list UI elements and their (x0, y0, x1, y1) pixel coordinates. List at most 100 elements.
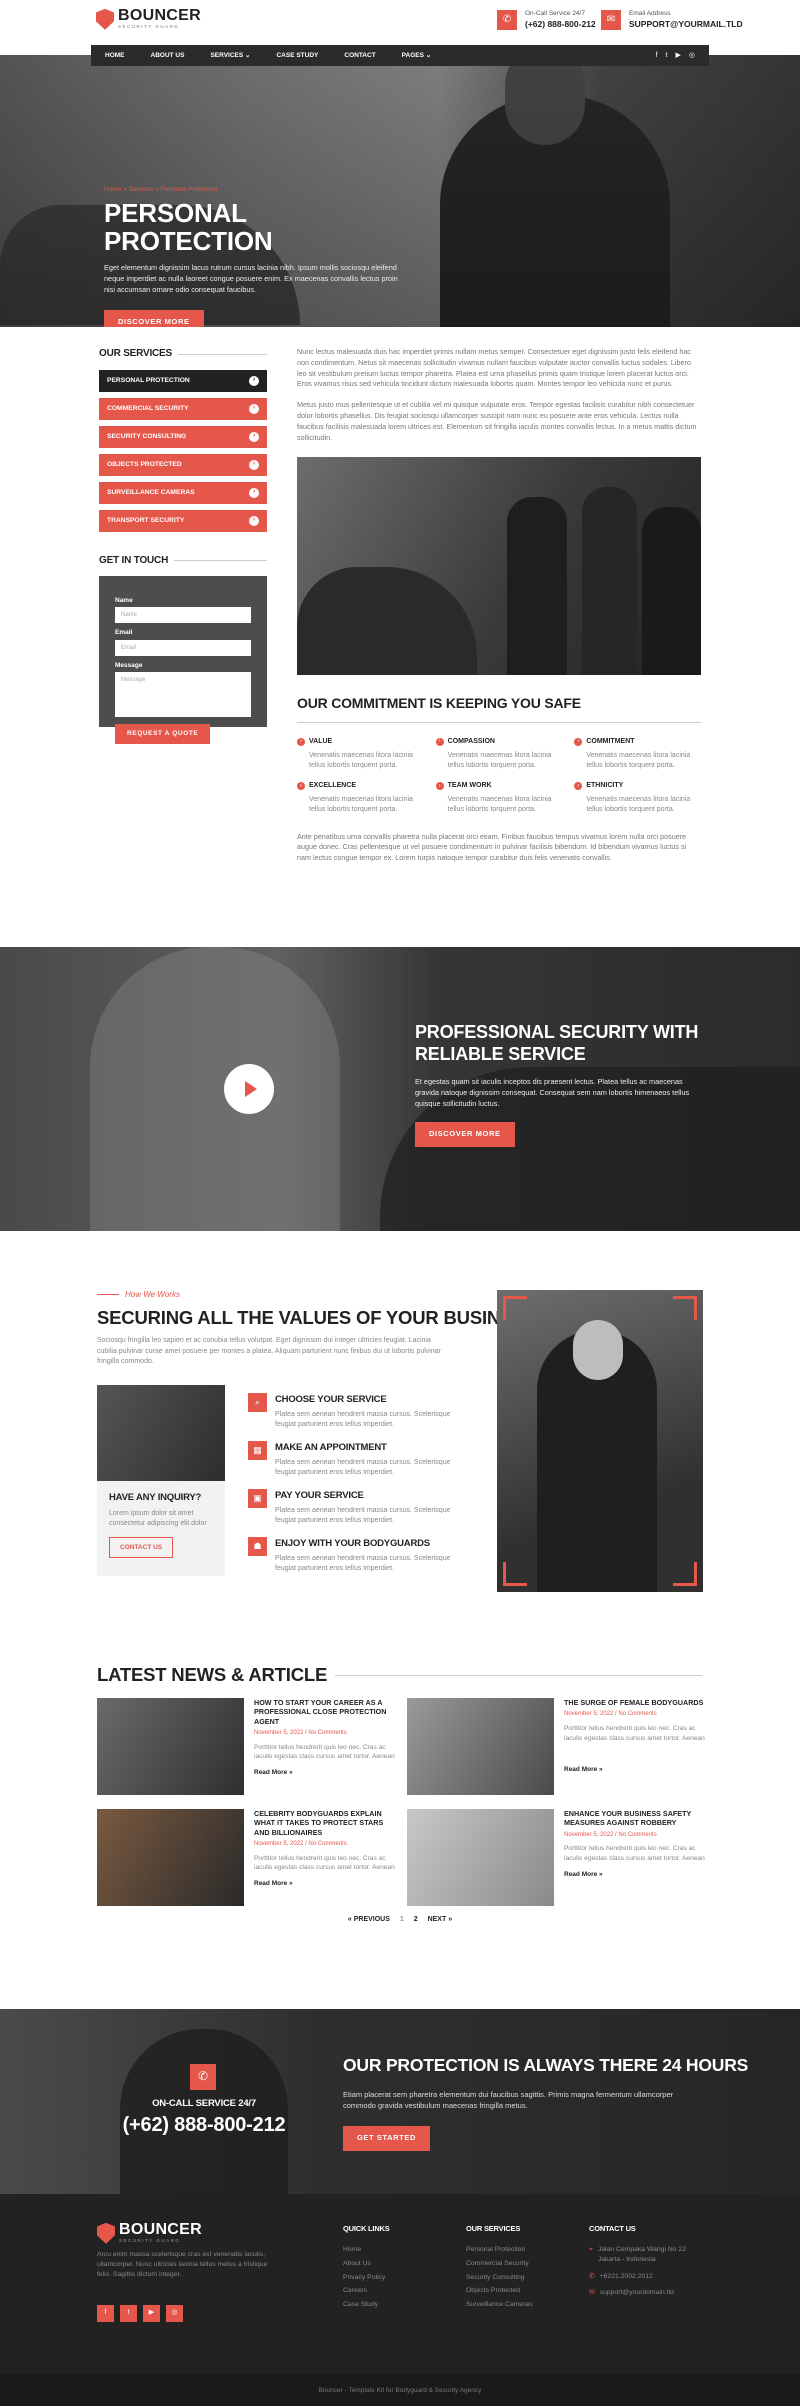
read-more-link[interactable]: Read More » (254, 1879, 397, 1888)
sidebar-item-transport-security[interactable]: TRANSPORT SECURITY › (99, 509, 267, 532)
footer-service-link[interactable]: Objects Protected (466, 2286, 533, 2296)
discover-more-button[interactable]: DISCOVER MORE (104, 309, 204, 327)
sidebar-item-label: TRANSPORT SECURITY (107, 516, 185, 524)
footer-service-link[interactable]: Commercial Security (466, 2259, 533, 2269)
email-field[interactable]: Email (115, 639, 251, 656)
news-section: LATEST NEWS & ARTICLE HOW TO START YOUR … (0, 1641, 800, 2009)
name-field[interactable]: Name (115, 607, 251, 624)
site-logo[interactable]: BOUNCER SECURITY GUARD (96, 8, 201, 31)
sidebar-item-personal-protection[interactable]: PERSONAL PROTECTION › (99, 369, 267, 392)
message-field[interactable]: Message (115, 672, 251, 718)
footer-quick-links: QUICK LINKS Home About Us Privacy Policy… (343, 2224, 390, 2314)
facebook-icon[interactable]: f (656, 51, 658, 61)
page-2-link[interactable]: 2 (414, 1916, 418, 1923)
process-steps: ⌕ CHOOSE YOUR SERVICE Platea sem aenean h… (248, 1393, 458, 1585)
footer-service-link[interactable]: Security Consulting (466, 2273, 533, 2283)
news-card-title[interactable]: THE SURGE OF FEMALE BODYGUARDS (564, 1698, 707, 1707)
second-paragraph: Metus justo mus pellentesque ut et cubil… (297, 400, 697, 442)
news-card[interactable]: THE SURGE OF FEMALE BODYGUARDS November … (407, 1698, 707, 1798)
facebook-icon[interactable]: f (97, 2305, 114, 2322)
step-desc: Platea sem aenean hendrerit massa cursus… (275, 1458, 451, 1476)
news-thumbnail[interactable] (97, 1698, 244, 1795)
get-started-button[interactable]: GET STARTED (343, 2126, 430, 2151)
request-quote-button[interactable]: REQUEST A QUOTE (115, 724, 211, 744)
nav-services[interactable]: SERVICES ⌄ (210, 51, 250, 60)
mail-icon: ✉ (589, 2289, 595, 2297)
twitter-icon[interactable]: t (120, 2305, 137, 2322)
play-icon (244, 1081, 257, 1097)
nav-case-study[interactable]: CASE STUDY (276, 51, 318, 60)
footer-link-privacy[interactable]: Privacy Policy (343, 2273, 390, 2283)
nav-about[interactable]: ABOUT US (151, 51, 185, 60)
footer-link-case-study[interactable]: Case Study (343, 2300, 390, 2310)
frame-corner (673, 1296, 697, 1320)
nav-home[interactable]: HOME (105, 51, 125, 60)
read-more-link[interactable]: Read More » (564, 1765, 707, 1774)
breadcrumb[interactable]: Home » Services » Personal Protection (104, 185, 404, 194)
sidebar-title: OUR SERVICES (99, 347, 267, 362)
value-item: › TEAM WORK Venenatis maecenas litora laci… (435, 781, 563, 815)
news-title-text: LATEST NEWS & ARTICLE (97, 1664, 328, 1685)
frame-corner (673, 1562, 697, 1586)
footer-address: ⌖ Jalan Cempaka Wangi No 22 Jakarta - Ind… (589, 2245, 704, 2265)
quote-form: Name Name Email Email Message Message RE… (99, 576, 267, 744)
footer-phone[interactable]: ✆ +6221.2002.2012 (589, 2272, 704, 2282)
twitter-icon[interactable]: t (666, 51, 668, 61)
youtube-icon[interactable]: ▶ (143, 2305, 160, 2322)
instagram-icon[interactable]: ◎ (689, 51, 695, 61)
news-card[interactable]: HOW TO START YOUR CAREER AS A PROFESSION… (97, 1698, 397, 1798)
how-we-work-section: How We Works SECURING ALL THE VALUES OF … (0, 1231, 800, 1641)
footer-logo[interactable]: BOUNCER SECURITY GUARD (97, 2222, 202, 2245)
contact-us-button[interactable]: CONTACT US (109, 1537, 174, 1559)
news-card-meta: November 5, 2022 / No Comments (254, 1730, 347, 1737)
sidebar-item-commercial-security[interactable]: COMMERCIAL SECURITY › (99, 397, 267, 420)
header-call[interactable]: ✆ On-Call Service 24/7 (+62) 888-800-212 (497, 9, 596, 31)
news-card-title[interactable]: HOW TO START YOUR CAREER AS A PROFESSION… (254, 1698, 397, 1726)
instagram-icon[interactable]: ◎ (166, 2305, 183, 2322)
sidebar-item-surveillance-cameras[interactable]: SURVEILLANCE CAMERAS › (99, 481, 267, 504)
get-in-touch-title: GET IN TOUCH (99, 554, 267, 569)
chevron-right-icon: › (249, 515, 259, 526)
news-card[interactable]: ENHANCE YOUR BUSINESS SAFETY MEASURES AG… (407, 1809, 707, 1909)
news-thumbnail[interactable] (407, 1698, 554, 1795)
news-thumbnail[interactable] (97, 1809, 244, 1906)
news-card[interactable]: CELEBRITY BODYGUARDS EXPLAIN WHAT IT TAK… (97, 1809, 397, 1909)
value-title: VALUE (309, 737, 333, 745)
read-more-link[interactable]: Read More » (564, 1870, 707, 1879)
sidebar-item-objects-protected[interactable]: OBJECTS PROTECTED › (99, 453, 267, 476)
value-desc: Venenatis maecenas litora lacinia tellus… (447, 796, 552, 814)
news-thumbnail[interactable] (407, 1809, 554, 1906)
section-title: SECURING ALL THE VALUES OF YOUR BUSINESS (97, 1307, 537, 1328)
value-title: ETHNICITY (586, 782, 624, 790)
inquiry-text: Lorem ipsum dolor sit amet consectetur a… (109, 1509, 207, 1527)
wallet-icon: ▣ (248, 1489, 267, 1509)
news-card-title[interactable]: CELEBRITY BODYGUARDS EXPLAIN WHAT IT TAK… (254, 1809, 397, 1837)
prev-page-link[interactable]: « PREVIOUS (348, 1916, 390, 1923)
footer-email[interactable]: ✉ support@yourdomain.tld (589, 2288, 704, 2298)
footer-service-link[interactable]: Surveillance Cameras (466, 2300, 533, 2310)
step-desc: Platea sem aenean hendrerit massa cursus… (275, 1506, 451, 1524)
arrow-circle-icon: › (435, 782, 444, 791)
footer-link-careers[interactable]: Careers (343, 2286, 390, 2296)
footer-link-about[interactable]: About Us (343, 2259, 390, 2269)
header-email[interactable]: ✉ Email Address SUPPORT@YOURMAIL.TLD (601, 9, 743, 31)
chevron-right-icon: › (249, 459, 259, 470)
news-card-title[interactable]: ENHANCE YOUR BUSINESS SAFETY MEASURES AG… (564, 1809, 707, 1828)
video-discover-button[interactable]: DISCOVER MORE (415, 1122, 515, 1147)
next-page-link[interactable]: NEXT » (428, 1916, 453, 1923)
nav-pages[interactable]: PAGES ⌄ (402, 51, 432, 60)
sidebar-item-security-consulting[interactable]: SECURITY CONSULTING › (99, 425, 267, 448)
nav-contact[interactable]: CONTACT (344, 51, 375, 60)
read-more-link[interactable]: Read More » (254, 1768, 397, 1777)
cta-title: OUR PROTECTION IS ALWAYS THERE 24 HOURS (343, 2055, 749, 2075)
footer-service-link[interactable]: Personal Protection (466, 2245, 533, 2255)
page-1-link[interactable]: 1 (400, 1916, 404, 1923)
cta-section: ✆ ON-CALL SERVICE 24/7 (+62) 888-800-212… (0, 2009, 800, 2194)
footer-heading: OUR SERVICES (466, 2224, 521, 2233)
cta-call-value[interactable]: (+62) 888-800-212 (100, 2111, 308, 2140)
play-video-button[interactable] (224, 1064, 274, 1114)
footer-link-home[interactable]: Home (343, 2245, 390, 2255)
youtube-icon[interactable]: ▶ (676, 51, 681, 61)
value-desc: Venenatis maecenas litora lacinia tellus… (586, 796, 691, 814)
inquiry-photo (97, 1385, 225, 1481)
